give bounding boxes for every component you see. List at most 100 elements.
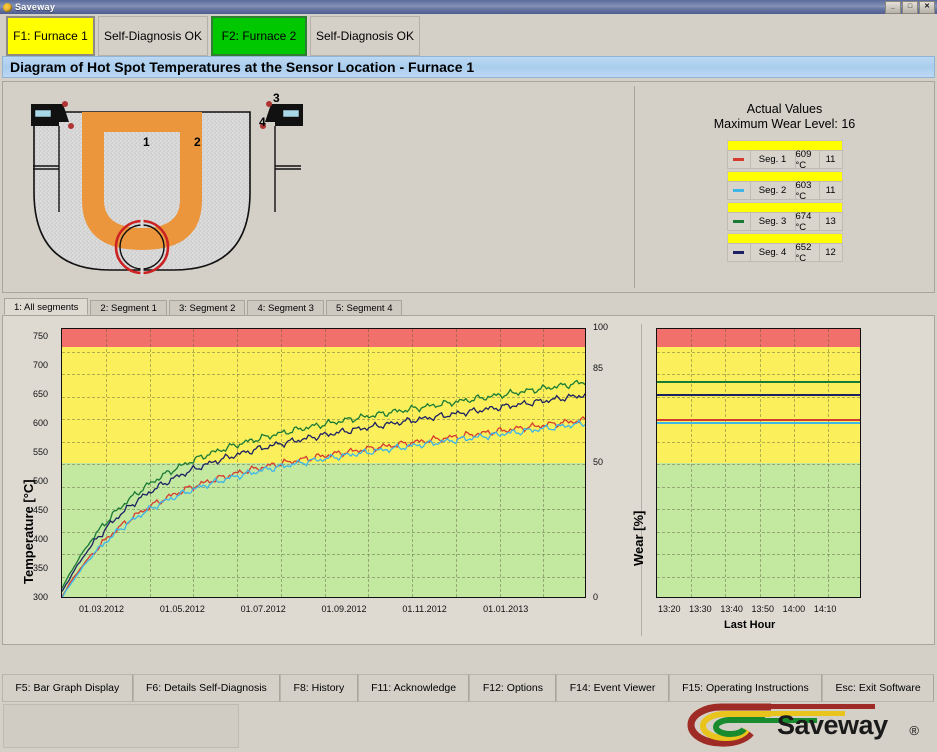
y-tick-300: 300 <box>33 592 49 602</box>
band-red-zone <box>657 329 860 348</box>
registered-trademark: ® <box>909 723 919 738</box>
wear-tick-50: 50 <box>593 457 604 467</box>
tab-segment-3[interactable]: 4: Segment 3 <box>247 300 324 315</box>
fkey-bar-graph-display[interactable]: F5: Bar Graph Display <box>2 674 133 702</box>
segment-4-label: Seg. 4 <box>751 244 796 261</box>
segment-2-label: Seg. 2 <box>751 182 796 199</box>
tab-segment-4[interactable]: 5: Segment 4 <box>325 300 403 315</box>
main-chart-plot-area <box>61 328 586 598</box>
gridline-h <box>657 486 860 488</box>
x-tick-3: 01.09.2012 <box>321 604 367 614</box>
tab-segment-1[interactable]: 2: Segment 1 <box>90 300 167 315</box>
segment-4-color-swatch <box>728 244 751 261</box>
segment-2-wear: 11 <box>825 185 836 196</box>
diagram-sensor-label-4: 4 <box>259 115 266 129</box>
diagram-sensor-label-2: 2 <box>194 135 201 149</box>
series-seg--2 <box>62 419 585 597</box>
furnace-overview-panel: 1 2 3 4 Actual Values Maximum Wear Level… <box>2 81 935 293</box>
gridline-v <box>759 329 761 597</box>
x-tick-1: 01.05.2012 <box>159 604 205 614</box>
status-footer: Saveway ® <box>0 702 937 749</box>
series-seg--3 <box>62 379 585 589</box>
segment-2-color-swatch <box>728 182 751 199</box>
segment-4-temperature: 652 °C <box>796 242 820 264</box>
last-hour-line-seg--2 <box>657 422 860 425</box>
actual-values-heading: Actual Values <box>746 102 823 116</box>
gridline-v <box>691 329 693 597</box>
x-tick-4: 01.11.2012 <box>402 604 447 614</box>
segment-4-wear-bar <box>726 233 843 243</box>
diagram-sensor-label-1: 1 <box>143 135 150 149</box>
actual-values-panel: Actual Values Maximum Wear Level: 16 Seg… <box>635 82 934 292</box>
fkey-event-viewer[interactable]: F14: Event Viewer <box>556 674 669 702</box>
window-title: Saveway <box>15 2 56 12</box>
gridline-h <box>657 396 860 398</box>
last-hour-x-axis-label: Last Hour <box>724 619 776 631</box>
segment-row-3[interactable]: Seg. 3 674 °C 13 <box>726 202 843 233</box>
x-tick-0: 01.03.2012 <box>79 604 125 614</box>
segment-values-table: Seg. 1 609 °C 11 Seg. 2 603 °C 11 Seg. 3… <box>726 140 843 264</box>
minimize-icon[interactable]: _ <box>885 1 901 14</box>
furnace-1-status: Self-Diagnosis OK <box>98 16 208 56</box>
gridline-v <box>793 329 795 597</box>
gridline-v <box>827 329 829 597</box>
maximum-wear-level: Maximum Wear Level: 16 <box>713 117 856 131</box>
series-seg--1 <box>62 415 585 597</box>
gridline-h <box>657 509 860 510</box>
y-tick-550: 550 <box>33 446 49 457</box>
fkey-details-self-diagnosis[interactable]: F6: Details Self-Diagnosis <box>132 674 281 702</box>
segment-1-wear: 11 <box>825 154 836 165</box>
last-hour-chart[interactable]: 13:20 13:30 13:40 13:50 14:00 14:10 Last Hour <box>646 316 934 644</box>
actual-values-title: Actual Values Maximum Wear Level: 16 <box>714 102 856 132</box>
empty-status-panel <box>3 704 239 748</box>
gridline-h <box>657 374 860 375</box>
gridline-h <box>657 576 860 578</box>
y-tick-500: 500 <box>33 475 49 486</box>
wear-tick-85: 85 <box>593 362 604 373</box>
y-tick-600: 600 <box>33 417 49 428</box>
segment-1-temperature: 609 °C <box>796 149 820 171</box>
last-hour-line-seg--1 <box>657 418 860 421</box>
last-hour-x-tick-3: 13:50 <box>751 604 775 614</box>
fkey-options[interactable]: F12: Options <box>469 674 557 702</box>
y-tick-400: 400 <box>33 533 49 544</box>
segment-3-color-swatch <box>728 213 751 230</box>
gridline-h <box>657 441 860 443</box>
y-tick-650: 650 <box>33 388 49 399</box>
last-hour-x-tick-0: 13:20 <box>658 604 681 614</box>
segment-2-wear-bar <box>726 171 843 181</box>
last-hour-x-tick-5: 14:10 <box>813 604 837 614</box>
last-hour-x-tick-2: 13:40 <box>720 604 743 614</box>
charts-panel: Temperature [°C] 300 350 400 450 500 550 600 65… <box>2 315 935 645</box>
last-hour-x-tick-1: 13:30 <box>689 604 712 614</box>
segment-row-4[interactable]: Seg. 4 652 °C 12 <box>726 233 843 264</box>
segment-3-wear: 13 <box>825 216 836 227</box>
segment-row-2[interactable]: Seg. 2 603 °C 11 <box>726 171 843 202</box>
maximize-icon[interactable]: □ <box>902 1 918 14</box>
gridline-h <box>657 554 860 555</box>
fkey-history[interactable]: F8: History <box>280 674 358 702</box>
furnace-2-button[interactable]: F2: Furnace 2 <box>211 16 307 56</box>
segment-1-label: Seg. 1 <box>751 151 796 168</box>
fkey-exit-software[interactable]: Esc: Exit Software <box>822 674 935 702</box>
tab-all-segments[interactable]: 1: All segments <box>4 298 89 315</box>
charts-divider <box>641 324 642 636</box>
saveway-logo-icon <box>3 2 12 12</box>
tab-segment-2[interactable]: 3: Segment 2 <box>168 300 246 315</box>
main-trend-chart[interactable]: Temperature [°C] 300 350 400 450 500 550 600 65… <box>3 316 646 644</box>
last-hour-plot-area <box>656 328 861 598</box>
furnace-selector-bar: F1: Furnace 1 Self-Diagnosis OK F2: Furn… <box>0 14 937 56</box>
fkey-operating-instructions[interactable]: F15: Operating Instructions <box>668 674 823 702</box>
gridline-v <box>725 329 727 597</box>
last-hour-x-tick-4: 14:00 <box>782 604 806 614</box>
y-tick-750: 750 <box>33 330 49 341</box>
furnace-1-button[interactable]: F1: Furnace 1 <box>6 16 95 56</box>
segment-row-1[interactable]: Seg. 1 609 °C 11 <box>726 140 843 171</box>
furnace-cross-section-diagram: 1 2 3 4 <box>3 82 634 292</box>
close-icon[interactable]: ✕ <box>919 1 935 14</box>
y-tick-450: 450 <box>33 504 49 515</box>
segment-2-temperature: 603 °C <box>796 180 820 202</box>
fkey-acknowledge[interactable]: F11: Acknowledge <box>357 674 470 702</box>
segment-3-temperature: 674 °C <box>796 211 820 233</box>
wear-tick-100: 100 <box>593 322 609 332</box>
